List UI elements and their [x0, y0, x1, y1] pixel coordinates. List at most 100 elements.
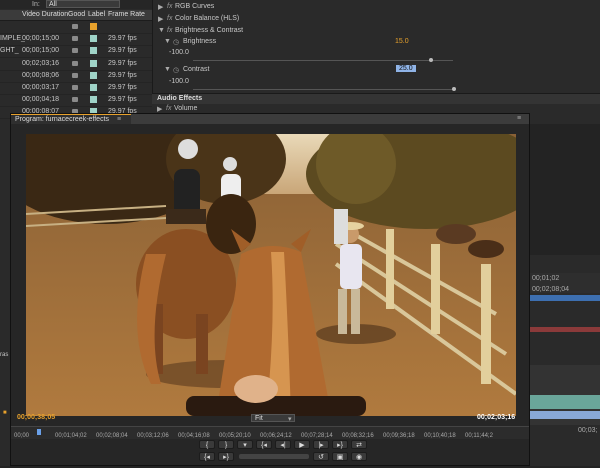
clip-duration: 00;02;03;16	[22, 59, 59, 67]
program-monitor-header: Program: furnacecreek-effects ≡ ≡	[11, 114, 529, 124]
mark-out-icon[interactable]: }	[218, 440, 234, 449]
go-to-next-edit-icon[interactable]: ▸}	[218, 452, 234, 461]
mark-in-icon[interactable]: {	[199, 440, 215, 449]
label-color-swatch[interactable]	[90, 84, 97, 91]
project-row[interactable]	[0, 21, 152, 34]
brightness-slider-handle[interactable]	[429, 58, 433, 62]
good-checkbox[interactable]	[72, 97, 78, 103]
fx-icon[interactable]: fx	[167, 3, 172, 10]
good-checkbox[interactable]	[72, 48, 78, 54]
fx-icon[interactable]: fx	[166, 105, 171, 112]
good-checkbox[interactable]	[72, 36, 78, 42]
left-panel-strip: ras ■	[0, 124, 10, 466]
current-timecode[interactable]: 00;00;38;05	[17, 414, 55, 421]
expand-triangle-icon[interactable]: ▶	[158, 15, 163, 23]
brightness-min: -100.0	[169, 49, 189, 56]
column-video-duration[interactable]: Video Duration	[22, 11, 68, 18]
brightness-param: ▼ ◷ Brightness 15.0	[153, 38, 600, 49]
fx-icon[interactable]: fx	[167, 27, 172, 34]
project-row[interactable]: 00;00;08;06 29.97 fps	[0, 70, 152, 83]
audio-effects-section: Audio Effects	[152, 93, 600, 104]
contrast-min: -100.0	[169, 78, 189, 85]
timeline-tc: 00;02;08;04	[532, 286, 569, 293]
project-row[interactable]: 00;00;03;17 29.97 fps	[0, 82, 152, 95]
safe-margins-icon[interactable]: ▣	[332, 452, 348, 461]
collapse-triangle-icon[interactable]: ▼	[158, 27, 165, 34]
clip-frame-rate: 29.97 fps	[108, 59, 137, 67]
go-to-prev-edit-icon[interactable]: {◂	[199, 452, 215, 461]
play-icon[interactable]: ▶	[294, 440, 310, 449]
audio-waveform-clip[interactable]	[530, 395, 600, 409]
fx-icon[interactable]: fx	[167, 15, 172, 22]
loop-icon[interactable]: ↺	[313, 452, 329, 461]
go-to-out-icon[interactable]: ▸}	[332, 440, 348, 449]
project-row[interactable]: 00;02;03;16 29.97 fps	[0, 58, 152, 71]
clip-duration: 00;00;15;00	[22, 35, 59, 43]
label-color-swatch[interactable]	[90, 71, 97, 79]
column-good[interactable]: Good	[68, 11, 85, 18]
in-filter-select[interactable]: All	[46, 0, 120, 8]
project-panel: In: All Video Duration Good Label Frame …	[0, 0, 152, 124]
label-color-swatch[interactable]	[90, 47, 97, 55]
program-tab-label: Program: furnacecreek-effects	[15, 116, 110, 123]
brightness-slider-track[interactable]	[193, 60, 453, 61]
left-panel-label: ras	[0, 352, 9, 358]
expand-triangle-icon[interactable]: ▶	[157, 105, 162, 113]
timeline-ruler[interactable]: 00;01;02 00;02;08;04	[530, 273, 600, 293]
timeline-panel: 00;01;02 00;02;08;04 00;03;	[530, 255, 600, 466]
ruler-tick-label: 00;07;28;14	[301, 433, 333, 439]
tab-menu-icon[interactable]: ≡	[117, 116, 121, 123]
label-color-swatch[interactable]	[90, 96, 97, 104]
stopwatch-icon[interactable]: ◷	[173, 66, 179, 74]
play-in-out-icon[interactable]: ⇄	[351, 440, 367, 449]
expand-triangle-icon[interactable]: ▼	[164, 38, 171, 45]
effect-brightness-contrast[interactable]: ▼ fx Brightness & Contrast	[153, 27, 600, 38]
label-color-swatch[interactable]	[90, 23, 97, 30]
clip-frame-rate: 29.97 fps	[108, 47, 137, 55]
label-color-swatch[interactable]	[90, 35, 97, 43]
step-back-icon[interactable]: ◂|	[275, 440, 291, 449]
brightness-value[interactable]: 15.0	[395, 38, 409, 45]
good-checkbox[interactable]	[72, 24, 78, 29]
program-monitor: Program: furnacecreek-effects ≡ ≡ 00;00;…	[10, 113, 530, 466]
step-forward-icon[interactable]: |▸	[313, 440, 329, 449]
contrast-slider-handle[interactable]	[452, 87, 456, 91]
clip-duration: 00;00;03;17	[22, 84, 59, 91]
label-color-swatch[interactable]	[90, 59, 97, 67]
good-checkbox[interactable]	[72, 60, 78, 66]
effect-rgb-curves[interactable]: ▶ fx RGB Curves	[153, 3, 600, 14]
effect-color-balance[interactable]: ▶ fx Color Balance (HLS)	[153, 15, 600, 26]
playhead[interactable]	[37, 429, 41, 435]
project-row[interactable]: GHT_ 00;00;15;00 29.97 fps	[0, 45, 152, 59]
export-frame-icon[interactable]: ◉	[351, 452, 367, 461]
good-checkbox[interactable]	[72, 72, 78, 78]
contrast-slider-track[interactable]	[193, 89, 453, 90]
video-frame[interactable]	[26, 134, 516, 416]
good-checkbox[interactable]	[72, 85, 78, 90]
chevron-down-icon: ▾	[288, 416, 292, 423]
clip-frame-rate: 29.97 fps	[108, 96, 137, 104]
project-row[interactable]: 00;00;04;18 29.97 fps	[0, 94, 152, 108]
expand-triangle-icon[interactable]: ▼	[164, 66, 171, 73]
audio-track-clip[interactable]	[530, 327, 600, 332]
column-frame-rate[interactable]: Frame Rate	[108, 11, 145, 18]
add-marker-icon[interactable]: ▾	[237, 440, 253, 449]
stopwatch-icon[interactable]: ◷	[173, 38, 179, 46]
audio-waveform-clip-2[interactable]	[530, 411, 600, 419]
jog-slider[interactable]	[239, 454, 309, 459]
panel-menu-icon[interactable]: ≡	[517, 115, 521, 122]
contrast-value-field[interactable]: 25.0	[396, 65, 416, 72]
video-track-clip[interactable]	[530, 295, 600, 301]
column-label[interactable]: Label	[88, 11, 105, 18]
expand-triangle-icon[interactable]: ▶	[158, 3, 163, 11]
clip-frame-rate: 29.97 fps	[108, 84, 137, 91]
ruler-tick-label: 00;01;04;02	[55, 433, 87, 439]
clip-name: GHT_	[0, 47, 19, 55]
zoom-fit-select[interactable]: Fit ▾	[251, 414, 295, 423]
ruler-tick-label: 00;05;20;10	[219, 433, 251, 439]
ruler-tick-label: 00;06;24;12	[260, 433, 292, 439]
project-row[interactable]: IMPLE_ 00;00;15;00 29.97 fps	[0, 33, 152, 47]
go-to-in-icon[interactable]: {◂	[256, 440, 272, 449]
timeline-tc: 00;01;02	[532, 275, 560, 282]
program-tab[interactable]: Program: furnacecreek-effects ≡	[11, 114, 131, 124]
